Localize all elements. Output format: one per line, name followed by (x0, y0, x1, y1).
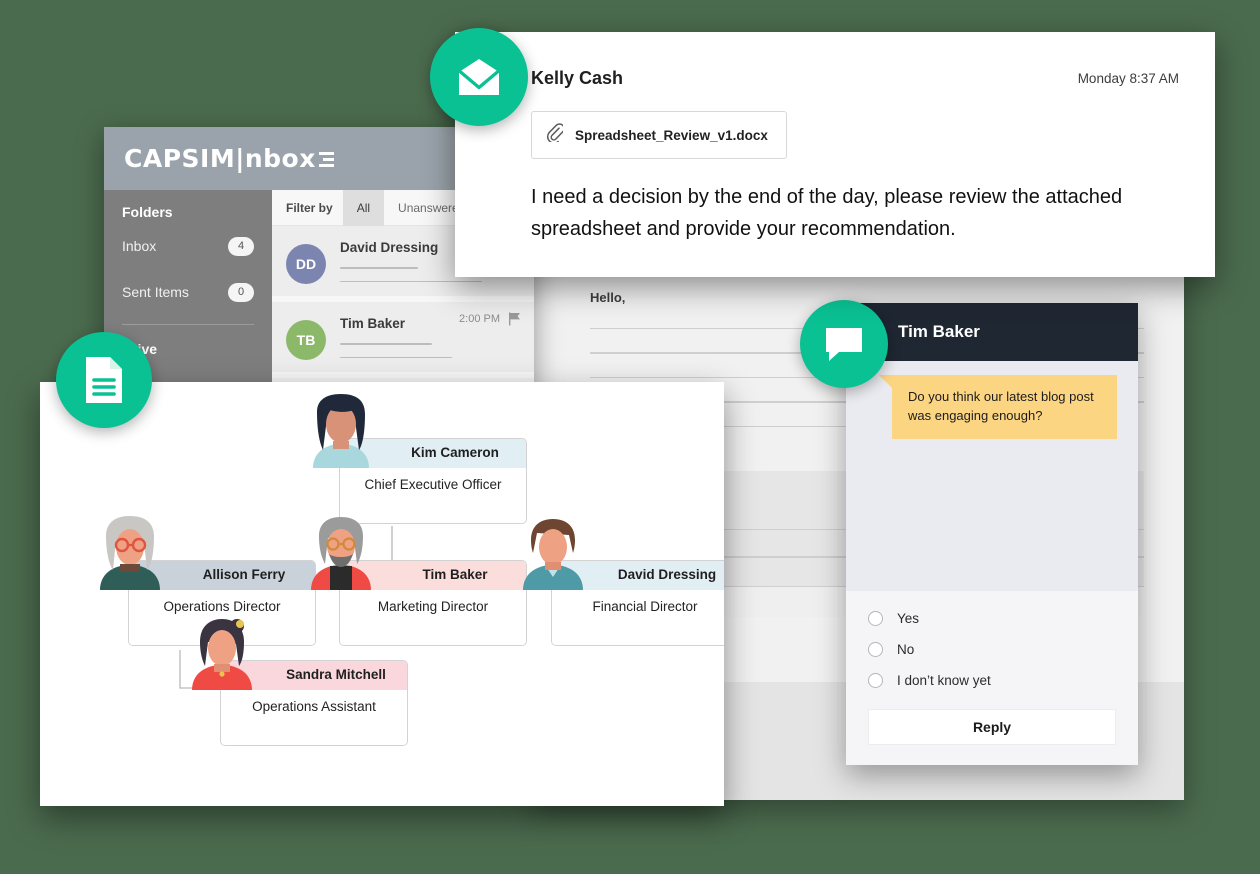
avatar-kim-cameron (303, 392, 379, 468)
chat-header: Tim Baker (846, 303, 1138, 361)
reply-button[interactable]: Reply (868, 709, 1116, 745)
chat-glyph (823, 325, 865, 363)
org-node-role: Marketing Director (340, 590, 526, 623)
avatar-tim-baker (303, 514, 379, 590)
email-detail-card: Kelly Cash Monday 8:37 AM Spreadsheet_Re… (455, 32, 1215, 277)
chat-answer-options: Yes No I don’t know yet (846, 591, 1138, 696)
flag-icon[interactable] (509, 312, 522, 331)
subject-placeholder (340, 267, 418, 269)
chat-option-label: I don’t know yet (897, 673, 991, 688)
sidebar-item-label: Sent Items (122, 284, 189, 300)
email-attachment-chip[interactable]: Spreadsheet_Review_v1.docx (531, 111, 787, 159)
org-node-role: Operations Assistant (221, 690, 407, 723)
subject-placeholder (340, 343, 432, 345)
org-node-spacer (340, 623, 526, 645)
org-node-ceo[interactable]: Kim Cameron Chief Executive Officer (339, 438, 527, 524)
org-node-role: Financial Director (552, 590, 724, 623)
sidebar-item-sent-items[interactable]: Sent Items 0 (104, 272, 272, 312)
org-node-spacer (221, 723, 407, 745)
email-timestamp: Monday 8:37 AM (1078, 71, 1179, 86)
org-node-financial-director[interactable]: David Dressing Financial Director (551, 560, 724, 646)
document-page-icon (56, 332, 152, 428)
chat-option-no[interactable]: No (868, 634, 1116, 665)
attachment-filename: Spreadsheet_Review_v1.docx (575, 128, 768, 143)
chat-option-yes[interactable]: Yes (868, 603, 1116, 634)
capsim-logo-text: CAPSIM|nbox (124, 144, 316, 173)
composite-stage: CAPSIM|nbox Folders Inbox 4 Sent Items 0… (0, 0, 1260, 874)
list-item[interactable]: TB Tim Baker 2:00 PM (272, 302, 534, 378)
org-node-operations-assistant[interactable]: Sandra Mitchell Operations Assistant (220, 660, 408, 746)
preview-placeholder (340, 357, 452, 359)
document-glyph (82, 355, 126, 405)
chat-widget: Tim Baker Do you think our latest blog p… (846, 303, 1138, 765)
chat-option-label: No (897, 642, 914, 657)
chat-message-bubble: Do you think our latest blog post was en… (892, 375, 1117, 439)
envelope-glyph (455, 57, 503, 97)
folders-title: Folders (104, 204, 272, 220)
email-header: Kelly Cash Monday 8:37 AM (455, 32, 1215, 89)
radio-button-icon[interactable] (868, 642, 883, 657)
email-body-text: I need a decision by the end of the day,… (531, 181, 1139, 246)
stacked-lines-icon (318, 147, 334, 167)
open-envelope-icon (430, 28, 528, 126)
avatar-sandra-mitchell (184, 614, 260, 690)
avatar-david-dressing (515, 514, 591, 590)
radio-button-icon[interactable] (868, 611, 883, 626)
capsim-logo: CAPSIM|nbox (124, 144, 334, 173)
sidebar-item-label: Inbox (122, 238, 156, 254)
avatar: TB (286, 320, 326, 360)
inbox-count-badge: 4 (228, 237, 254, 256)
org-chart-canvas: Kim Cameron Chief Executive Officer Alli… (40, 382, 724, 806)
chat-option-label: Yes (897, 611, 919, 626)
paperclip-icon (546, 123, 563, 147)
chat-option-unsure[interactable]: I don’t know yet (868, 665, 1116, 696)
chat-message-area: Do you think our latest blog post was en… (846, 361, 1138, 591)
sent-count-badge: 0 (228, 283, 254, 302)
filter-tab-all[interactable]: All (343, 190, 384, 226)
org-node-spacer (552, 623, 724, 645)
preview-placeholder (340, 281, 482, 283)
radio-button-icon[interactable] (868, 673, 883, 688)
sidebar-item-inbox[interactable]: Inbox 4 (104, 226, 272, 266)
org-node-marketing-director[interactable]: Tim Baker Marketing Director (339, 560, 527, 646)
org-node-role: Chief Executive Officer (340, 468, 526, 501)
chat-bubble-icon (800, 300, 888, 388)
email-sender-name: Kelly Cash (531, 68, 623, 89)
avatar-allison-ferry (92, 514, 168, 590)
message-timestamp: 2:00 PM (459, 313, 500, 325)
filter-by-label: Filter by (286, 201, 333, 215)
avatar: DD (286, 244, 326, 284)
chat-contact-name: Tim Baker (898, 322, 980, 342)
org-chart-window: Kim Cameron Chief Executive Officer Alli… (40, 382, 724, 806)
